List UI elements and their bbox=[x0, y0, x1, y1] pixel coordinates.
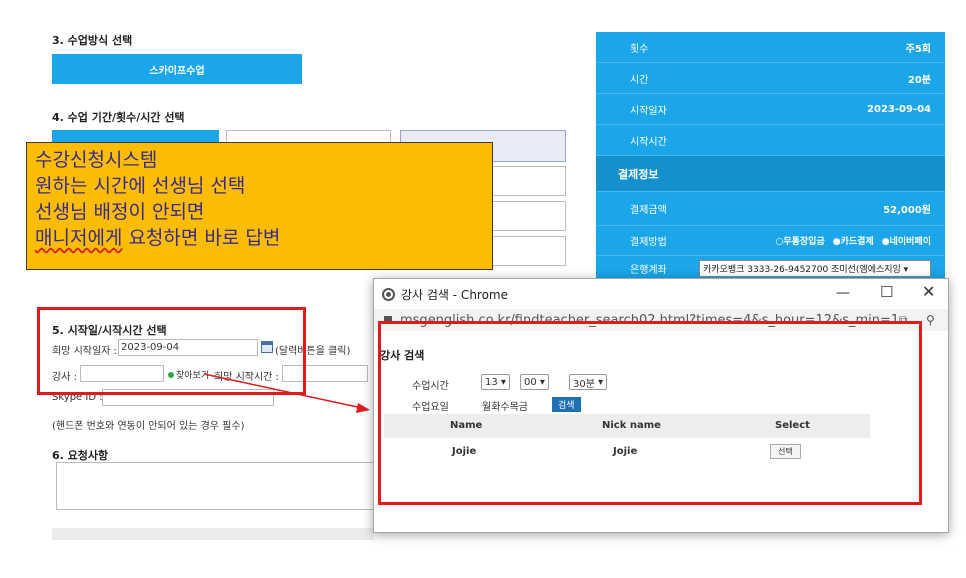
zoom-icon[interactable]: ⚲ bbox=[926, 313, 935, 327]
note-line-1: 수강신청시스템 bbox=[35, 149, 158, 171]
order-summary-panel: 횟수 주5회 시간 20분 시작일자 2023-09-04 시작시간 결제정보 … bbox=[596, 32, 945, 280]
panel-row-bank: 은행계좌 카카오뱅크 3333-26-9452700 조미선(엠에스지잉 ▾ bbox=[596, 256, 945, 280]
panel-row-start-date: 시작일자 2023-09-04 bbox=[596, 94, 945, 125]
chrome-icon bbox=[382, 287, 395, 301]
panel-row-count: 횟수 주5회 bbox=[596, 32, 945, 63]
panel-row-duration: 시간 20분 bbox=[596, 63, 945, 94]
method-naverpay[interactable]: ●네이버페이 bbox=[882, 234, 931, 247]
panel-row-method: 결제방법 ○무통장입금 ●카드결제 ●네이버페이 bbox=[596, 226, 945, 256]
request-textarea[interactable] bbox=[56, 462, 374, 510]
close-icon[interactable]: ✕ bbox=[922, 282, 935, 301]
bank-account-select[interactable]: 카카오뱅크 3333-26-9452700 조미선(엠에스지잉 ▾ bbox=[699, 259, 931, 277]
annotation-note: 수강신청시스템 원하는 시간에 선생님 선택 선생님 배정이 안되면 매니저에게… bbox=[26, 142, 493, 270]
skype-lesson-button[interactable]: 스카이프수업 bbox=[52, 54, 302, 84]
maximize-icon[interactable]: ☐ bbox=[880, 283, 893, 301]
method-bank-transfer[interactable]: ○무통장입금 bbox=[775, 234, 824, 247]
highlight-box-popup bbox=[378, 321, 922, 505]
section-6-title: 6. 요청사항 bbox=[52, 449, 109, 462]
panel-row-amount: 결제금액 52,000원 bbox=[596, 192, 945, 226]
arrow-icon bbox=[203, 373, 370, 413]
popup-title: 강사 검색 - Chrome bbox=[401, 287, 509, 302]
note-line-2: 원하는 시간에 선생님 선택 bbox=[35, 175, 246, 197]
bottom-bar bbox=[52, 528, 374, 540]
method-card[interactable]: ●카드결제 bbox=[833, 234, 874, 247]
panel-row-start-time: 시작시간 bbox=[596, 125, 945, 156]
teacher-search-popup: 강사 검색 - Chrome — ☐ ✕ msgenglish.co.kr/fi… bbox=[373, 278, 949, 533]
popup-titlebar: 강사 검색 - Chrome bbox=[374, 279, 948, 309]
note-line-3: 선생님 배정이 안되면 bbox=[35, 201, 205, 223]
minimize-icon[interactable]: — bbox=[836, 285, 850, 301]
payment-header: 결제정보 bbox=[596, 156, 945, 192]
section-3-title: 3. 수업방식 선택 bbox=[52, 34, 133, 47]
note-line-4: 매니저에게 요청하면 바로 답변 bbox=[35, 227, 281, 249]
section-4-title: 4. 수업 기간/횟수/시간 선택 bbox=[52, 111, 185, 124]
